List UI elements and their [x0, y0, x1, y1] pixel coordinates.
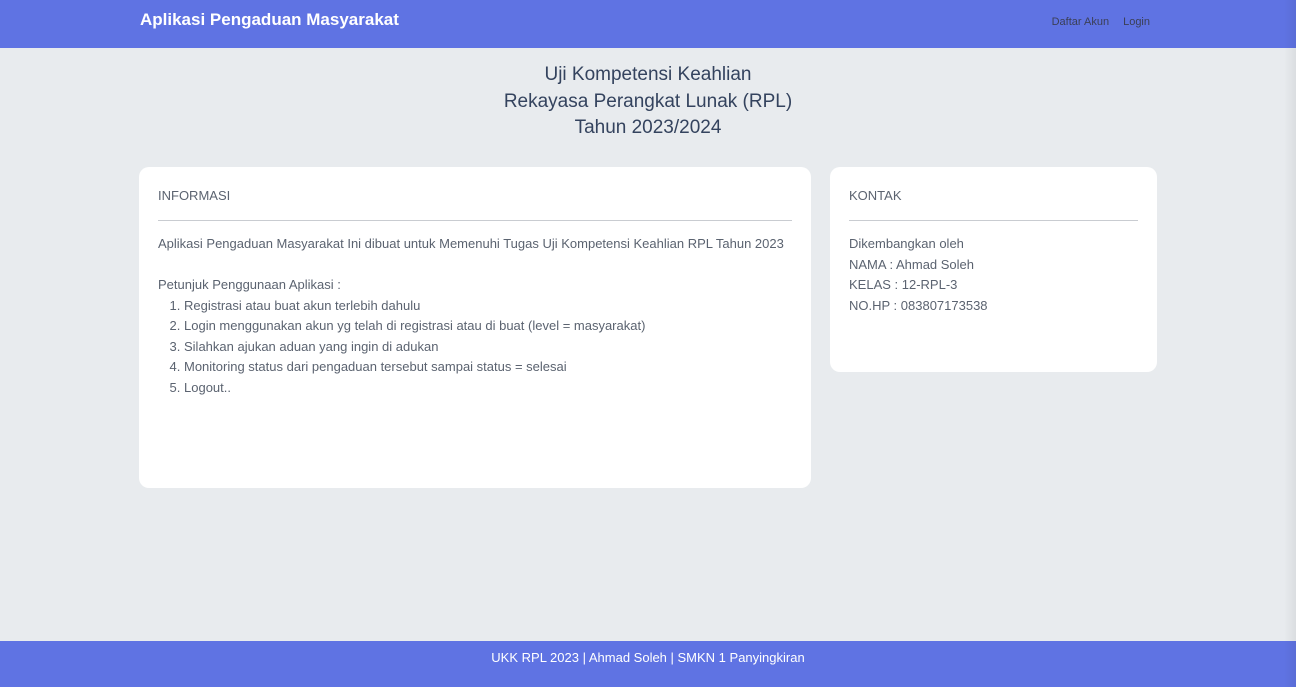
nav-links: Daftar Akun Login: [1052, 16, 1150, 28]
instructions-heading: Petunjuk Penggunaan Aplikasi :: [158, 277, 341, 292]
top-navbar: Aplikasi Pengaduan Masyarakat Daftar Aku…: [0, 0, 1296, 48]
nav-link-login[interactable]: Login: [1123, 16, 1150, 28]
brand-title[interactable]: Aplikasi Pengaduan Masyarakat: [140, 10, 399, 30]
contact-card-title: KONTAK: [849, 188, 902, 203]
instructions-list: Registrasi atau buat akun terlebih dahul…: [158, 296, 792, 399]
instruction-step: Registrasi atau buat akun terlebih dahul…: [184, 296, 792, 317]
info-card-body: Aplikasi Pengaduan Masyarakat Ini dibuat…: [158, 234, 792, 398]
contact-card-divider: [849, 220, 1138, 221]
contact-card: KONTAK Dikembangkan oleh NAMA : Ahmad So…: [830, 167, 1157, 372]
contact-card-body: Dikembangkan oleh NAMA : Ahmad Soleh KEL…: [849, 234, 1138, 316]
info-card-title: INFORMASI: [158, 188, 231, 203]
info-card: INFORMASI Aplikasi Pengaduan Masyarakat …: [139, 167, 811, 488]
info-description: Aplikasi Pengaduan Masyarakat Ini dibuat…: [158, 236, 784, 251]
hero-line-1: Uji Kompetensi Keahlian: [544, 64, 752, 85]
instruction-step: Logout..: [184, 378, 792, 399]
contact-name: NAMA : Ahmad Soleh: [849, 256, 975, 272]
contact-phone: NO.HP : 083807173538: [849, 297, 988, 313]
instruction-step: Login menggunakan akun yg telah di regis…: [184, 316, 792, 337]
instruction-step: Monitoring status dari pengaduan tersebu…: [184, 357, 792, 378]
page-footer: UKK RPL 2023 | Ahmad Soleh | SMKN 1 Pany…: [0, 641, 1296, 687]
hero-line-3: Tahun 2023/2024: [574, 117, 722, 138]
instruction-step: Silahkan ajukan aduan yang ingin di aduk…: [184, 337, 792, 358]
contact-class: KELAS : 12-RPL-3: [849, 277, 958, 292]
contact-developed-by: Dikembangkan oleh: [849, 236, 964, 251]
hero-line-2: Rekayasa Perangkat Lunak (RPL): [503, 90, 793, 112]
footer-text: UKK RPL 2023 | Ahmad Soleh | SMKN 1 Pany…: [491, 650, 805, 665]
hero-heading: Uji Kompetensi Keahlian Rekayasa Perangk…: [0, 62, 1296, 142]
nav-link-daftar-akun[interactable]: Daftar Akun: [1052, 16, 1109, 28]
info-card-divider: [158, 220, 792, 221]
window-edge-shadow: [1284, 0, 1296, 687]
